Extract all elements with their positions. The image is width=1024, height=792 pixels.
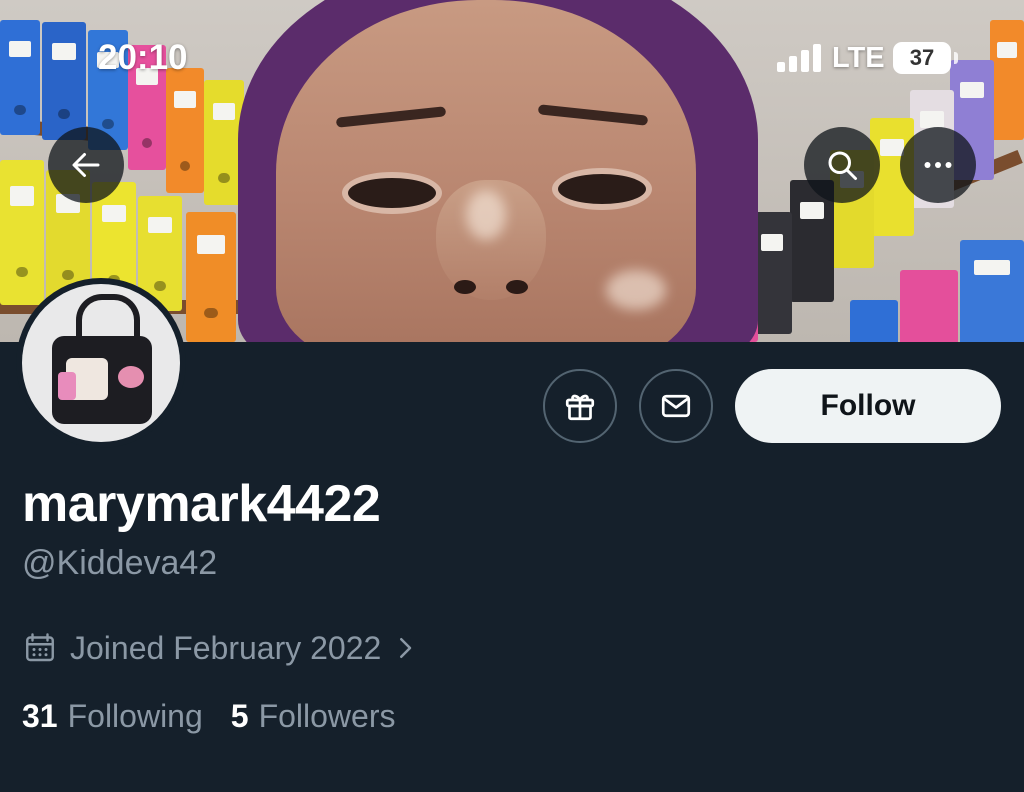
status-time: 20:10 bbox=[98, 38, 188, 77]
calendar-icon bbox=[26, 633, 54, 662]
binder bbox=[186, 212, 236, 342]
joined-date: Joined February 2022 bbox=[70, 629, 382, 666]
gift-button[interactable] bbox=[543, 369, 617, 443]
following-link[interactable]: 31 Following bbox=[22, 698, 203, 735]
display-name: marymark4422 bbox=[22, 475, 381, 533]
gift-icon bbox=[565, 394, 595, 421]
network-type: LTE bbox=[832, 42, 885, 74]
avatar-image bbox=[22, 284, 180, 442]
arrow-left-icon bbox=[72, 153, 100, 177]
cellular-signal-icon bbox=[777, 44, 823, 72]
following-label: Following bbox=[67, 698, 203, 734]
binder bbox=[0, 160, 44, 305]
binder bbox=[900, 270, 958, 342]
binder bbox=[752, 212, 792, 334]
search-button[interactable] bbox=[804, 127, 880, 203]
envelope-icon bbox=[661, 394, 691, 418]
follow-button[interactable]: Follow bbox=[735, 369, 1001, 443]
status-bar: 20:10 LTE 37 bbox=[0, 0, 1024, 110]
avatar[interactable] bbox=[16, 278, 186, 448]
back-button[interactable] bbox=[48, 127, 124, 203]
follow-stats: 31 Following 5 Followers bbox=[22, 698, 423, 735]
joined-date-row[interactable]: Joined February 2022 bbox=[22, 628, 429, 668]
followers-count: 5 bbox=[230, 698, 249, 734]
binder bbox=[850, 300, 898, 342]
binder bbox=[960, 240, 1024, 342]
message-button[interactable] bbox=[639, 369, 713, 443]
more-button[interactable] bbox=[900, 127, 976, 203]
following-count: 31 bbox=[22, 698, 58, 734]
more-horizontal-icon bbox=[924, 162, 952, 168]
handle: @Kiddeva42 bbox=[22, 544, 218, 582]
search-icon bbox=[828, 151, 857, 180]
followers-label: Followers bbox=[258, 698, 396, 734]
battery-tip bbox=[954, 52, 958, 64]
battery-icon: 37 bbox=[893, 42, 951, 74]
followers-link[interactable]: 5 Followers bbox=[231, 698, 396, 735]
chevron-right-icon bbox=[400, 638, 412, 658]
